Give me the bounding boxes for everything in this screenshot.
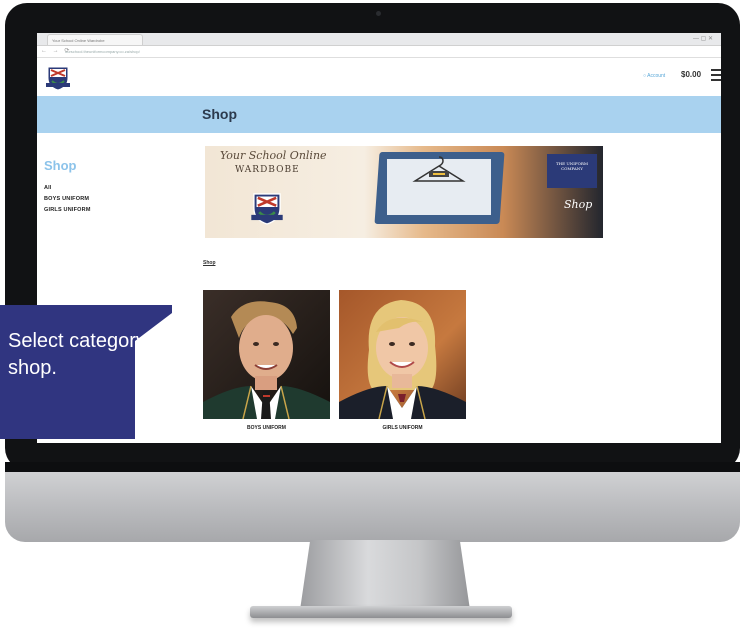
page-title: Shop (202, 106, 237, 122)
promo-shop-text: Shop (564, 198, 593, 211)
callout-text: Select category to shop. (8, 330, 169, 379)
account-link[interactable]: ○ Account (643, 73, 665, 79)
category-image-girls[interactable] (339, 290, 466, 419)
monitor-stand-base (250, 606, 512, 618)
breadcrumb[interactable]: Shop (203, 260, 216, 266)
category-label-girls[interactable]: GIRLS UNIFORM (339, 425, 466, 431)
monitor-bottom-bezel (5, 462, 740, 472)
hamburger-menu-icon[interactable] (711, 69, 721, 84)
uniform-company-text: THE UNIFORM COMPANY (556, 161, 588, 171)
page-banner (37, 96, 721, 133)
uniform-company-badge (547, 154, 597, 188)
monitor-stand (300, 540, 470, 610)
site-header (37, 58, 721, 96)
promo-tagline: Your School Online (220, 149, 327, 162)
category-image-boys[interactable] (203, 290, 330, 419)
category-label-boys[interactable]: BOYS UNIFORM (203, 425, 330, 431)
crest-logo-icon[interactable] (45, 63, 71, 91)
monitor-chin (5, 462, 740, 542)
browser-tab[interactable]: Your School Online Wardrobe (47, 34, 143, 45)
sidebar-item-girls-uniform[interactable]: GIRLS UNIFORM (44, 207, 91, 213)
camera-icon (376, 11, 381, 16)
sidebar-title: Shop (44, 158, 77, 173)
sidebar-item-all[interactable]: All (44, 185, 52, 191)
cart-total[interactable]: $0.00 (681, 70, 701, 79)
hanger-icon (412, 156, 466, 182)
crest-logo-icon (251, 193, 283, 225)
promo-wardrobe: WARDBOBE (235, 165, 300, 175)
url-text[interactable]: ourschool.theuniformcompany.co.za/shop/ (65, 48, 205, 55)
window-controls[interactable]: — ▢ ✕ (693, 35, 713, 42)
sidebar-item-boys-uniform[interactable]: BOYS UNIFORM (44, 196, 89, 202)
